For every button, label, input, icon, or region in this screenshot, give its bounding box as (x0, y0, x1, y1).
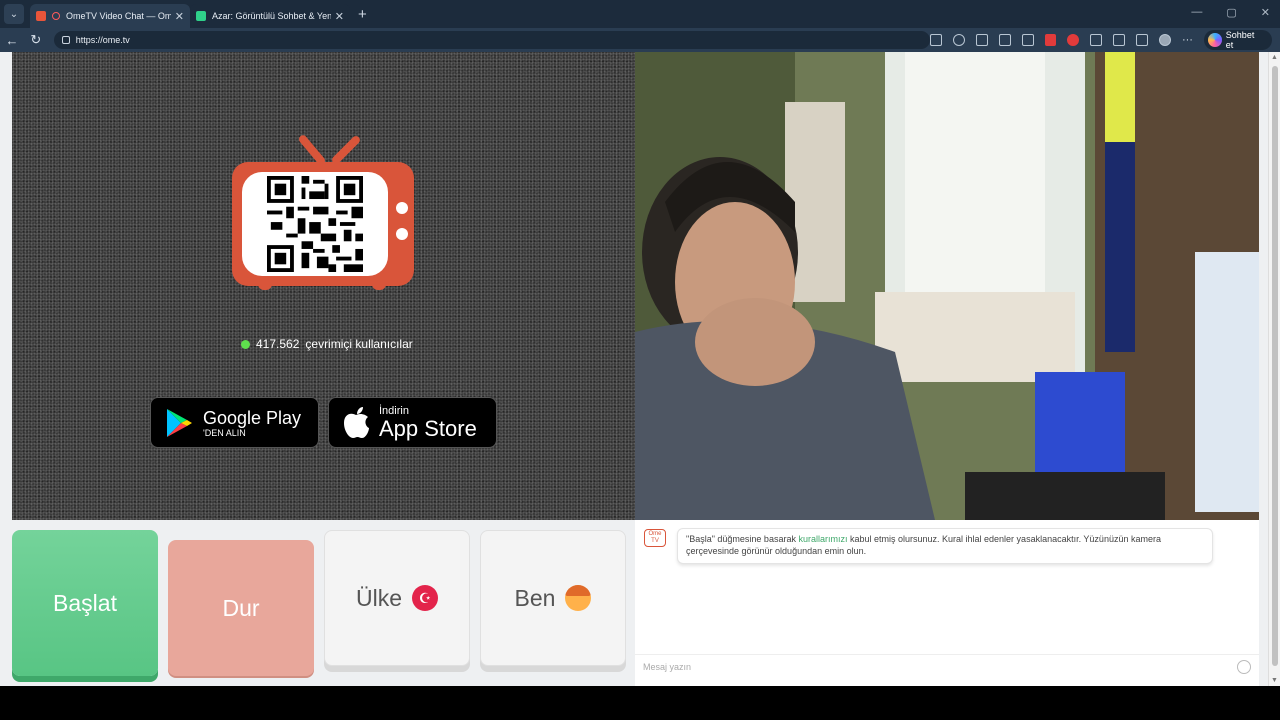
window-controls: — ▢ ✕ (1191, 6, 1270, 19)
chat-panel: Ome TV "Başla" düğmesine basarak kuralla… (635, 520, 1259, 686)
google-play-title: Google Play (203, 407, 302, 428)
favorites-icon[interactable] (1136, 34, 1149, 46)
tv-knob-icon (396, 228, 408, 240)
chat-logo-text: TV (651, 538, 659, 544)
copilot-logo-icon (1207, 33, 1222, 47)
profile-avatar-icon[interactable] (1159, 34, 1171, 46)
ometv-chat-logo-icon: Ome TV (644, 529, 666, 547)
app-store-text: İndirin App Store (379, 405, 477, 441)
copilot-button[interactable]: Sohbet et (1203, 30, 1272, 50)
tab-ometv[interactable]: OmeTV Video Chat — Omeg ✕ (30, 4, 190, 28)
scrollbar-thumb[interactable] (1272, 66, 1278, 666)
favorite-star-icon[interactable] (975, 34, 988, 46)
me-label: Ben (514, 584, 556, 611)
google-play-icon (167, 408, 192, 437)
app-store-title: App Store (379, 415, 477, 441)
stop-label: Dur (222, 594, 260, 621)
extensions-puzzle-icon[interactable] (1090, 34, 1103, 46)
google-play-button[interactable]: Google Play 'DEN ALIN (150, 397, 319, 448)
back-arrow-icon[interactable]: ← (0, 33, 24, 48)
start-label: Başlat (53, 589, 117, 616)
qr-code[interactable] (242, 172, 388, 276)
copilot-label: Sohbet et (1225, 30, 1255, 50)
partner-video-static: 417.562 çevrimiçi kullanıcılar Google Pl… (12, 52, 635, 520)
close-window-icon[interactable]: ✕ (1261, 6, 1270, 19)
boy-avatar-icon (565, 585, 592, 611)
message-input-bar (635, 654, 1259, 678)
google-play-subtitle: 'DEN ALIN (203, 427, 246, 438)
tv-body (232, 162, 414, 286)
extension-icon[interactable] (1021, 34, 1034, 46)
toolbar-icons: ··· Sohbet et (929, 30, 1272, 50)
tv-leg (372, 282, 386, 290)
country-label: Ülke (355, 584, 402, 611)
online-label: çevrimiçi kullanıcılar (305, 337, 413, 351)
ometv-favicon-icon (36, 11, 46, 21)
self-camera-video (635, 52, 1259, 520)
app-store-button[interactable]: İndirin App Store (328, 397, 497, 448)
youtube-extension-icon[interactable] (1044, 34, 1057, 46)
recording-icon (52, 12, 60, 20)
tab-title: OmeTV Video Chat — Omeg (66, 11, 171, 21)
split-screen-icon[interactable] (1113, 34, 1126, 46)
screen-bottom-area (0, 686, 1280, 720)
me-button[interactable]: Ben (480, 530, 626, 666)
close-icon[interactable]: ✕ (335, 10, 344, 23)
azar-favicon-icon (196, 11, 206, 21)
ometv-page: 417.562 çevrimiçi kullanıcılar Google Pl… (0, 52, 1268, 686)
tv-leg (258, 282, 272, 290)
new-tab-icon[interactable]: + (358, 6, 367, 23)
minimize-icon[interactable]: — (1191, 6, 1202, 19)
country-button[interactable]: Ülke ☪ (324, 530, 470, 666)
camera-feed-image (635, 52, 1259, 520)
tab-title: Azar: Görüntülü Sohbet & Yeni İnsa (212, 11, 331, 21)
address-bar: ← ↻ https://ome.tv ··· Sohbet et (0, 28, 1280, 52)
apple-logo-icon (344, 406, 369, 438)
google-play-text: Google Play 'DEN ALIN (203, 408, 301, 438)
emoji-icon[interactable] (1237, 659, 1251, 674)
url-text: https://ome.tv (75, 35, 130, 45)
app-store-subtitle: İndirin (379, 404, 409, 417)
turkey-flag-icon: ☪ (412, 585, 438, 611)
system-message: "Başla" düğmesine basarak kurallarımızı … (677, 528, 1213, 564)
site-info-icon[interactable] (61, 36, 70, 44)
tab-list-chevron-icon[interactable]: ⌄ (4, 4, 24, 24)
online-dot-icon (241, 339, 250, 349)
tv-antenna-right (330, 134, 362, 166)
youtube-dl-icon[interactable] (1067, 34, 1080, 46)
page-scrollbar[interactable]: ▲ ▼ (1268, 52, 1280, 686)
stop-button[interactable]: Dur (168, 540, 314, 676)
close-icon[interactable]: ✕ (175, 10, 184, 23)
read-aloud-icon[interactable] (929, 34, 942, 46)
camera-in-use-icon[interactable] (998, 34, 1011, 46)
chat-logo-text: Ome (648, 531, 662, 537)
qr-code-icon (267, 176, 363, 272)
more-menu-icon[interactable]: ··· (1182, 34, 1193, 46)
online-count: 417.562 (256, 337, 300, 351)
scroll-up-icon[interactable]: ▲ (1271, 54, 1278, 61)
start-button[interactable]: Başlat (12, 530, 158, 676)
tab-strip: ⌄ OmeTV Video Chat — Omeg ✕ Azar: Görünt… (0, 0, 1280, 28)
maximize-icon[interactable]: ▢ (1226, 6, 1236, 19)
scroll-down-icon[interactable]: ▼ (1271, 677, 1278, 684)
tab-azar[interactable]: Azar: Görüntülü Sohbet & Yeni İnsa ✕ (190, 4, 350, 28)
tracking-prevention-icon[interactable] (952, 34, 965, 46)
ometv-tv-logo (230, 126, 420, 294)
online-users-indicator: 417.562 çevrimiçi kullanıcılar (241, 337, 413, 351)
url-field[interactable]: https://ome.tv (53, 31, 930, 49)
tv-knob-icon (396, 202, 408, 214)
message-text-start: "Başla" düğmesine basarak (686, 534, 799, 544)
message-input[interactable] (643, 661, 1237, 672)
refresh-icon[interactable]: ↻ (24, 32, 48, 48)
rules-link[interactable]: kurallarımızı (798, 534, 847, 544)
